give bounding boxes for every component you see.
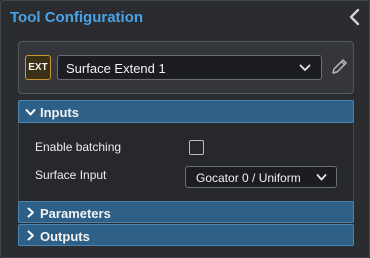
surface-input-dropdown[interactable]: Gocator 0 / Uniform: [185, 166, 337, 188]
enable-batching-checkbox[interactable]: [189, 140, 204, 155]
inputs-section-header[interactable]: Inputs: [18, 100, 354, 123]
inputs-section-body: Enable batching Surface Input Gocator 0 …: [18, 123, 354, 202]
tool-configuration-panel: Tool Configuration EXT Surface Extend 1: [0, 0, 370, 258]
tool-type-badge: EXT: [25, 55, 51, 80]
tool-selector-box: EXT Surface Extend 1: [18, 41, 354, 94]
tool-select-value: Surface Extend 1: [66, 61, 166, 76]
chevron-down-icon: [299, 64, 311, 71]
panel-title: Tool Configuration: [10, 9, 144, 26]
surface-input-label: Surface Input: [35, 168, 107, 182]
outputs-section-label: Outputs: [40, 229, 90, 244]
inputs-section-label: Inputs: [40, 105, 79, 120]
outputs-section-header[interactable]: Outputs: [18, 224, 354, 246]
parameters-section-label: Parameters: [40, 206, 111, 221]
enable-batching-label: Enable batching: [35, 140, 122, 154]
rename-tool-button[interactable]: [329, 56, 349, 78]
chevron-down-icon: [316, 174, 327, 181]
parameters-section-header[interactable]: Parameters: [18, 201, 354, 223]
panel-header: Tool Configuration: [1, 1, 369, 35]
tool-select-dropdown[interactable]: Surface Extend 1: [57, 55, 322, 80]
chevron-right-icon: [27, 230, 34, 241]
collapse-panel-button[interactable]: [347, 7, 363, 27]
chevron-down-icon: [25, 109, 36, 116]
surface-input-value: Gocator 0 / Uniform: [196, 171, 301, 185]
chevron-left-icon: [349, 8, 360, 26]
pencil-icon: [332, 59, 347, 74]
chevron-right-icon: [27, 207, 34, 218]
